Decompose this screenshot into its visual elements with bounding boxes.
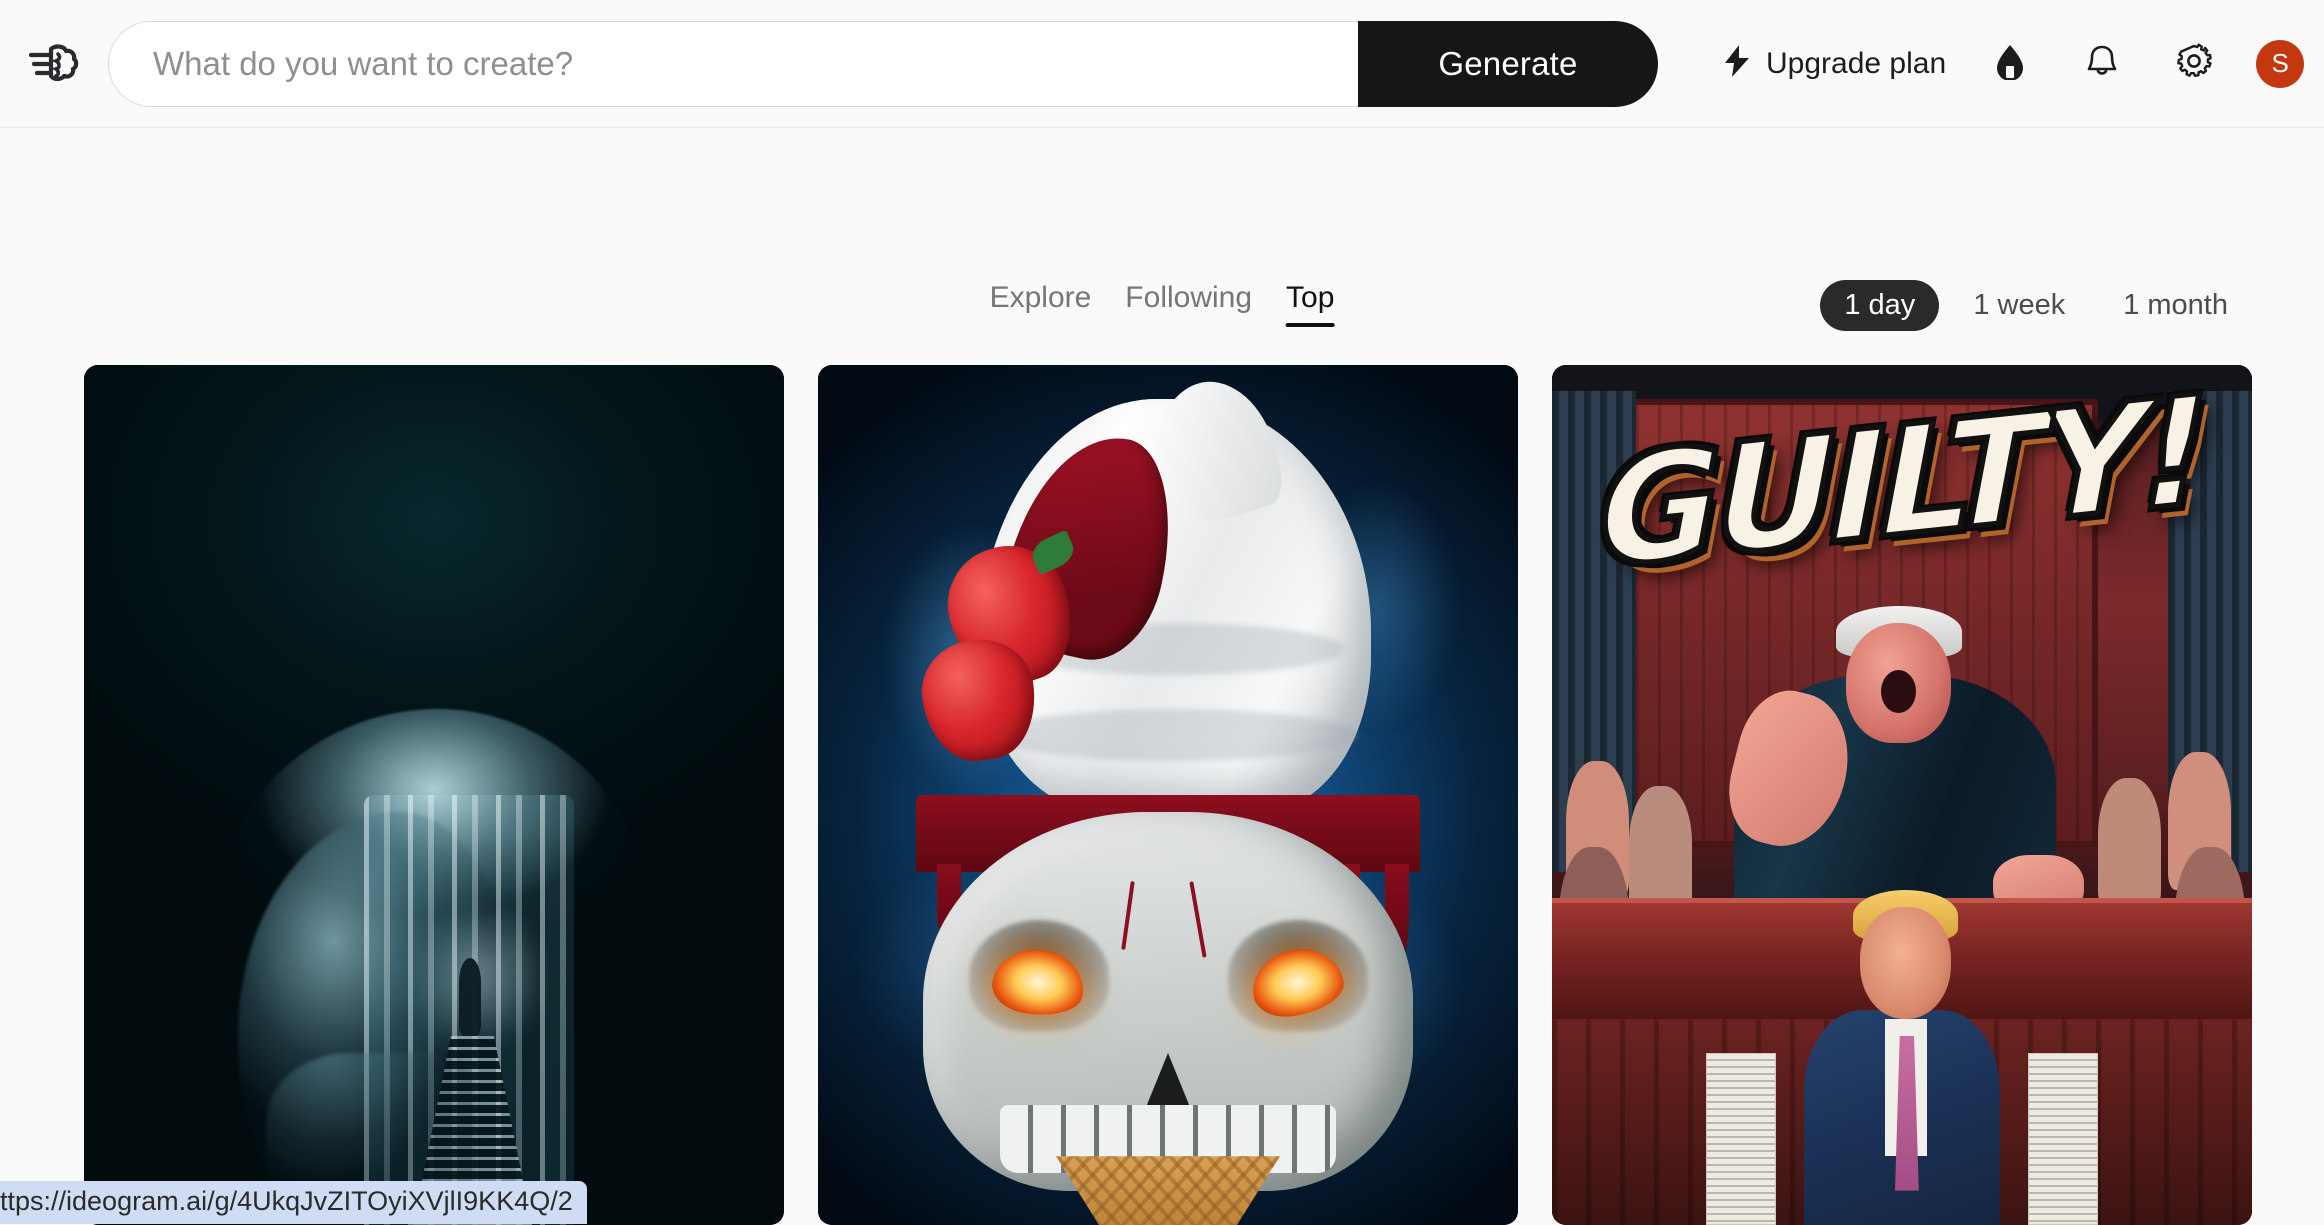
- home-icon: [1991, 42, 2029, 85]
- filter-1-month[interactable]: 1 month: [2099, 280, 2252, 331]
- header-actions: Upgrade plan: [1704, 18, 2304, 110]
- search-input[interactable]: [153, 45, 1358, 83]
- navigation-bar: Explore Following Top 1 day 1 week 1 mon…: [0, 128, 2324, 364]
- tab-following[interactable]: Following: [1125, 283, 1252, 327]
- guilty-courtroom-artwork: GUILTY!: [1552, 365, 2252, 1225]
- filter-1-day[interactable]: 1 day: [1820, 280, 1939, 331]
- gear-icon: [2175, 42, 2213, 85]
- app-header: Generate Upgrade plan: [0, 0, 2324, 128]
- tab-top[interactable]: Top: [1286, 283, 1334, 327]
- brain-logo-icon[interactable]: [0, 0, 108, 128]
- generate-button[interactable]: Generate: [1358, 21, 1658, 107]
- card-guilty-courtroom[interactable]: GUILTY!: [1552, 365, 2252, 1225]
- lightning-bolt-icon: [1722, 44, 1752, 83]
- filter-1-week[interactable]: 1 week: [1949, 280, 2089, 331]
- avatar[interactable]: S: [2256, 40, 2304, 88]
- image-gallery: GUILTY!: [84, 365, 2252, 1225]
- upgrade-plan-button[interactable]: Upgrade plan: [1704, 34, 1964, 93]
- search-input-wrapper[interactable]: [108, 21, 1358, 107]
- card-forest-silhouette[interactable]: [84, 365, 784, 1225]
- forest-silhouette-artwork: [84, 365, 784, 1225]
- notifications-button[interactable]: [2056, 18, 2148, 110]
- card-skull-ice-cream[interactable]: [818, 365, 1518, 1225]
- skull-ice-cream-artwork: [818, 365, 1518, 1225]
- search-bar: Generate: [108, 21, 1658, 107]
- status-bar-url: ttps://ideogram.ai/g/4UkqJvZITOyiXVjlI9K…: [0, 1181, 587, 1224]
- tab-explore[interactable]: Explore: [990, 283, 1092, 327]
- settings-button[interactable]: [2148, 18, 2240, 110]
- feed-tabs: Explore Following Top: [990, 283, 1335, 327]
- time-range-filter: 1 day 1 week 1 month: [1820, 280, 2252, 331]
- bell-icon: [2083, 42, 2121, 85]
- upgrade-plan-label: Upgrade plan: [1766, 47, 1946, 81]
- home-button[interactable]: [1964, 18, 2056, 110]
